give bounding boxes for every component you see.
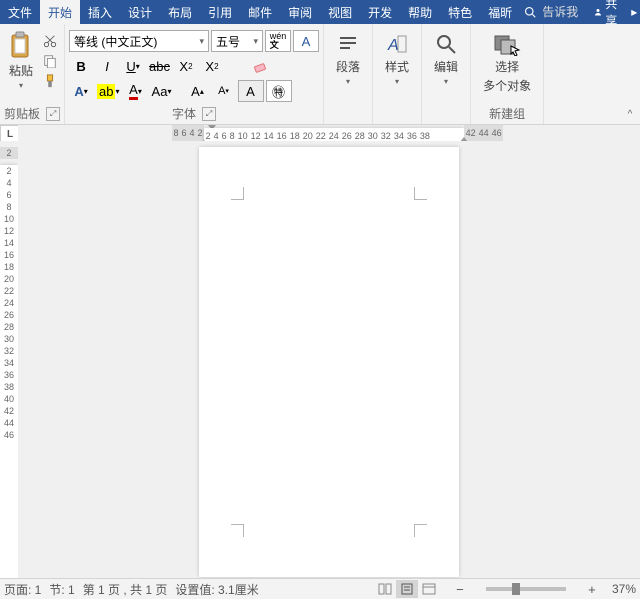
font-dialog-launcher[interactable]: ⤢ [202,107,216,121]
character-border-button[interactable]: A [293,30,319,52]
paragraph-icon [336,32,360,56]
font-name-combo[interactable]: 等线 (中文正文)▾ [69,30,209,52]
read-mode-button[interactable] [374,580,396,598]
eraser-icon [252,58,268,74]
tab-mailings[interactable]: 邮件 [240,0,280,24]
paste-label: 粘贴 [9,62,33,79]
tab-home[interactable]: 开始 [40,0,80,24]
web-layout-icon [422,583,436,595]
group-clipboard: 粘贴 ▾ 剪贴板 ⤢ [0,24,65,124]
share-button[interactable]: 共享 [588,0,627,24]
svg-text:A: A [387,37,399,54]
italic-button[interactable]: I [95,56,119,76]
zoom-slider[interactable] [486,587,566,591]
paragraph-button[interactable]: 段落▾ [328,30,368,88]
superscript-button[interactable]: X2 [200,56,224,76]
group-editing: 编辑▾ [422,24,471,124]
grow-font-button[interactable]: A▴ [186,81,210,101]
tab-review[interactable]: 审阅 [280,0,320,24]
group-font: 等线 (中文正文)▾ 五号▾ wén文 A B I U▾ abc X2 X2 A… [65,24,324,124]
phonetic-guide-button[interactable]: wén文 [265,30,291,52]
paste-icon [8,31,34,61]
print-layout-button[interactable] [396,580,418,598]
brush-icon [43,74,57,88]
margin-corner-bl [231,524,244,537]
tab-special[interactable]: 特色 [440,0,480,24]
tab-file[interactable]: 文件 [0,0,40,24]
styles-button[interactable]: A 样式▾ [377,30,417,88]
zoom-level[interactable]: 37% [612,582,636,596]
enclose-characters-button[interactable]: ㊕ [266,80,292,102]
font-size-combo[interactable]: 五号▾ [211,30,263,52]
tell-me-input[interactable] [540,4,584,20]
tab-view[interactable]: 视图 [320,0,360,24]
tab-help[interactable]: 帮助 [400,0,440,24]
search-icon [524,6,536,18]
document-area: L 8642 246810121416182022242628303234363… [0,125,640,578]
tab-foxit[interactable]: 福昕 [480,0,520,24]
strikethrough-button[interactable]: abc [147,56,172,76]
status-setting[interactable]: 设置值: 3.1厘米 [175,581,258,598]
web-layout-button[interactable] [418,580,440,598]
scissors-icon [43,34,57,48]
clipboard-group-label: 剪贴板 [4,105,40,122]
tab-layout[interactable]: 布局 [160,0,200,24]
select-group-label: 新建组 [489,105,525,122]
select-objects-button[interactable]: 选择 多个对象 [475,30,539,96]
copy-button[interactable] [41,52,59,70]
collapse-ribbon-button[interactable]: ^ [622,106,638,122]
group-paragraph: 段落▾ [324,24,373,124]
styles-icon: A [385,32,409,56]
tab-developer[interactable]: 开发 [360,0,400,24]
vertical-ruler[interactable]: 2 24681012141618202224262830323436384042… [0,141,18,578]
ribbon: 粘贴 ▾ 剪贴板 ⤢ 等线 (中文正文)▾ 五号▾ wén文 A [0,24,640,125]
margin-corner-br [414,524,427,537]
paste-button[interactable] [5,30,37,62]
horizontal-ruler[interactable]: 8642 2468101214161820222426283032343638 … [18,125,640,141]
status-pages[interactable]: 第 1 页 , 共 1 页 [83,581,168,598]
font-group-label: 字体 [172,105,196,122]
tell-me-search[interactable] [520,0,588,24]
clear-formatting-button[interactable] [248,56,272,76]
select-objects-icon [493,32,521,56]
paste-dropdown-icon[interactable]: ▾ [19,81,23,90]
find-icon [434,32,458,56]
statusbar: 页面: 1 节: 1 第 1 页 , 共 1 页 设置值: 3.1厘米 − + … [0,578,640,599]
zoom-in-button[interactable]: + [580,579,604,599]
tab-design[interactable]: 设计 [120,0,160,24]
group-select-objects: 选择 多个对象 新建组 [471,24,544,124]
margin-corner-tl [231,187,244,200]
person-icon [594,6,602,18]
overflow-chevron[interactable]: ▸ [627,0,640,24]
page-1[interactable] [199,147,459,577]
copy-icon [43,54,57,68]
underline-button[interactable]: U▾ [121,56,145,76]
character-shading-button[interactable]: A [238,80,264,102]
change-case-button[interactable]: Aa▾ [150,81,174,101]
highlight-button[interactable]: ab▾ [95,81,121,101]
group-styles: A 样式▾ [373,24,422,124]
titlebar: 文件 开始 插入 设计 布局 引用 邮件 审阅 视图 开发 帮助 特色 福昕 共… [0,0,640,24]
tab-insert[interactable]: 插入 [80,0,120,24]
status-section[interactable]: 节: 1 [49,581,74,598]
zoom-out-button[interactable]: − [448,579,472,599]
read-mode-icon [378,583,392,595]
font-color-button[interactable]: A▾ [124,81,148,101]
bold-button[interactable]: B [69,56,93,76]
print-layout-icon [400,583,414,595]
tab-references[interactable]: 引用 [200,0,240,24]
clipboard-dialog-launcher[interactable]: ⤢ [46,107,60,121]
cut-button[interactable] [41,32,59,50]
shrink-font-button[interactable]: A▾ [212,81,236,101]
text-effects-button[interactable]: A▾ [69,81,93,101]
status-page[interactable]: 页面: 1 [4,581,41,598]
app-window: 文件 开始 插入 设计 布局 引用 邮件 审阅 视图 开发 帮助 特色 福昕 共… [0,0,640,599]
subscript-button[interactable]: X2 [174,56,198,76]
document-canvas[interactable] [18,141,640,578]
view-buttons [374,580,440,598]
zoom-slider-thumb[interactable] [512,583,520,595]
format-painter-button[interactable] [41,72,59,90]
editing-button[interactable]: 编辑▾ [426,30,466,88]
margin-corner-tr [414,187,427,200]
